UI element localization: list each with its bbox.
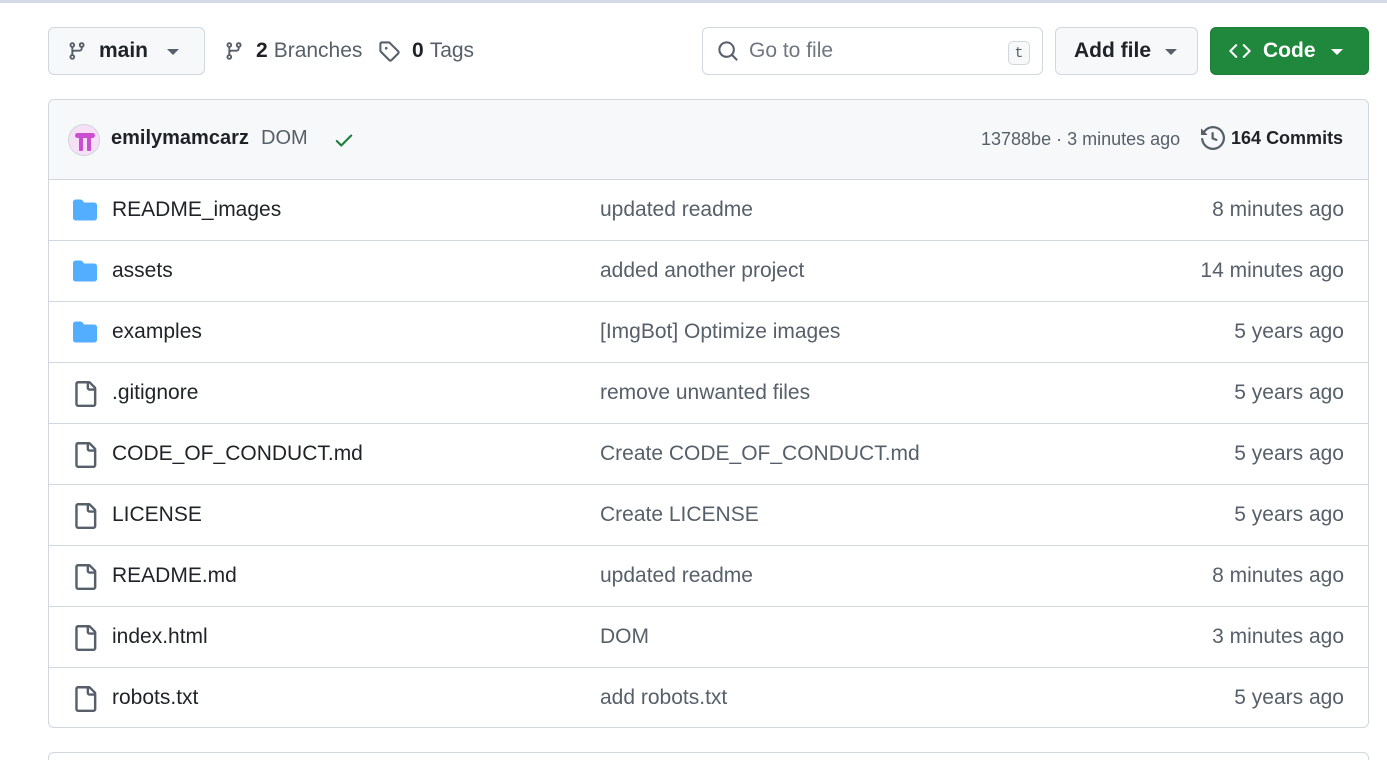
search-input[interactable] — [749, 39, 989, 63]
file-name-link[interactable]: robots.txt — [112, 686, 198, 710]
go-to-file-search[interactable]: t — [702, 27, 1043, 75]
folder-icon — [72, 320, 98, 349]
history-icon — [1201, 126, 1225, 150]
top-border — [0, 0, 1387, 3]
commit-message-link[interactable]: updated readme — [600, 198, 753, 222]
commit-message-link[interactable]: DOM — [600, 625, 649, 649]
code-label: Code — [1263, 39, 1316, 62]
commit-time: 5 years ago — [1234, 686, 1344, 709]
commit-message-link[interactable]: Create LICENSE — [600, 503, 759, 527]
search-icon — [718, 41, 738, 61]
commit-message-link[interactable]: add robots.txt — [600, 686, 727, 710]
readme-box — [48, 752, 1369, 760]
commit-time: 5 years ago — [1234, 442, 1344, 465]
table-row[interactable]: LICENSE Create LICENSE 5 years ago — [49, 485, 1368, 546]
commit-time: 3 minutes ago — [1212, 625, 1344, 648]
add-file-button[interactable]: Add file — [1055, 27, 1198, 75]
branches-link[interactable]: 2 Branches — [224, 27, 362, 75]
table-row[interactable]: robots.txt add robots.txt 5 years ago — [49, 668, 1368, 727]
keyboard-shortcut-hint: t — [1008, 41, 1030, 65]
commit-time: 5 years ago — [1234, 503, 1344, 526]
commit-author-link[interactable]: emilymamcarz — [111, 127, 249, 150]
table-row[interactable]: README_images updated readme 8 minutes ago — [49, 180, 1368, 241]
file-icon — [72, 625, 98, 656]
table-row[interactable]: README.md updated readme 8 minutes ago — [49, 546, 1368, 607]
file-icon — [72, 442, 98, 473]
add-file-label: Add file — [1074, 39, 1151, 62]
file-name-link[interactable]: examples — [112, 320, 202, 344]
file-icon — [72, 564, 98, 595]
branch-label: main — [99, 39, 149, 62]
commits-label: Commits — [1266, 127, 1344, 148]
table-row[interactable]: assets added another project 14 minutes ag… — [49, 241, 1368, 302]
file-name-link[interactable]: CODE_OF_CONDUCT.md — [112, 442, 363, 466]
file-name-link[interactable]: .gitignore — [112, 381, 198, 405]
commit-time: 5 years ago — [1234, 381, 1344, 404]
git-branch-icon — [69, 42, 85, 60]
table-row[interactable]: CODE_OF_CONDUCT.md Create CODE_OF_CONDUCT… — [49, 424, 1368, 485]
table-row[interactable]: index.html DOM 3 minutes ago — [49, 607, 1368, 668]
commit-time: 5 years ago — [1234, 320, 1344, 343]
git-branch-icon — [226, 42, 242, 60]
file-name-link[interactable]: LICENSE — [112, 503, 202, 527]
file-name-link[interactable]: README.md — [112, 564, 237, 588]
file-rows: README_images updated readme 8 minutes ago… — [49, 180, 1368, 727]
file-icon — [72, 381, 98, 412]
commit-message-link[interactable]: updated readme — [600, 564, 753, 588]
chevron-down-icon — [167, 49, 179, 55]
commits-count: 164 — [1231, 127, 1262, 148]
latest-commit-bar: emilymamcarz DOM 13788be · 3 minutes ago… — [49, 100, 1368, 180]
commit-hash-time[interactable]: 13788be · 3 minutes ago — [981, 129, 1180, 150]
commit-message-link[interactable]: [ImgBot] Optimize images — [600, 320, 840, 344]
tag-icon — [379, 41, 400, 62]
code-button[interactable]: Code — [1210, 27, 1369, 75]
check-icon[interactable] — [333, 129, 355, 151]
folder-icon — [72, 259, 98, 288]
table-row[interactable]: examples [ImgBot] Optimize images 5 years … — [49, 302, 1368, 363]
branches-label: Branches — [273, 39, 363, 62]
commit-message-link[interactable]: added another project — [600, 259, 804, 283]
file-name-link[interactable]: index.html — [112, 625, 208, 649]
branches-count: 2 — [256, 39, 268, 62]
table-row[interactable]: .gitignore remove unwanted files 5 years a… — [49, 363, 1368, 424]
branch-select-button[interactable]: main — [48, 27, 205, 75]
file-name-link[interactable]: assets — [112, 259, 173, 283]
commit-time: 8 minutes ago — [1212, 198, 1344, 221]
commit-message-link[interactable]: Create CODE_OF_CONDUCT.md — [600, 442, 920, 466]
tags-label: Tags — [429, 39, 475, 62]
file-list: emilymamcarz DOM 13788be · 3 minutes ago… — [48, 99, 1369, 728]
chevron-down-icon — [1331, 49, 1343, 55]
tags-count: 0 — [412, 39, 424, 62]
chevron-down-icon — [1165, 49, 1177, 55]
commit-time: 14 minutes ago — [1200, 259, 1344, 282]
tags-link[interactable]: 0 Tags — [378, 27, 474, 75]
code-icon — [1229, 44, 1251, 58]
commit-message-link[interactable]: DOM — [261, 127, 308, 150]
commit-time: 8 minutes ago — [1212, 564, 1344, 587]
commit-message-link[interactable]: remove unwanted files — [600, 381, 810, 405]
pi-logo-icon — [75, 133, 95, 151]
file-icon — [72, 503, 98, 534]
file-name-link[interactable]: README_images — [112, 198, 281, 222]
avatar[interactable] — [68, 124, 100, 156]
folder-icon — [72, 198, 98, 227]
commits-history-link[interactable]: 164 Commits — [1201, 126, 1343, 150]
file-icon — [72, 686, 98, 717]
